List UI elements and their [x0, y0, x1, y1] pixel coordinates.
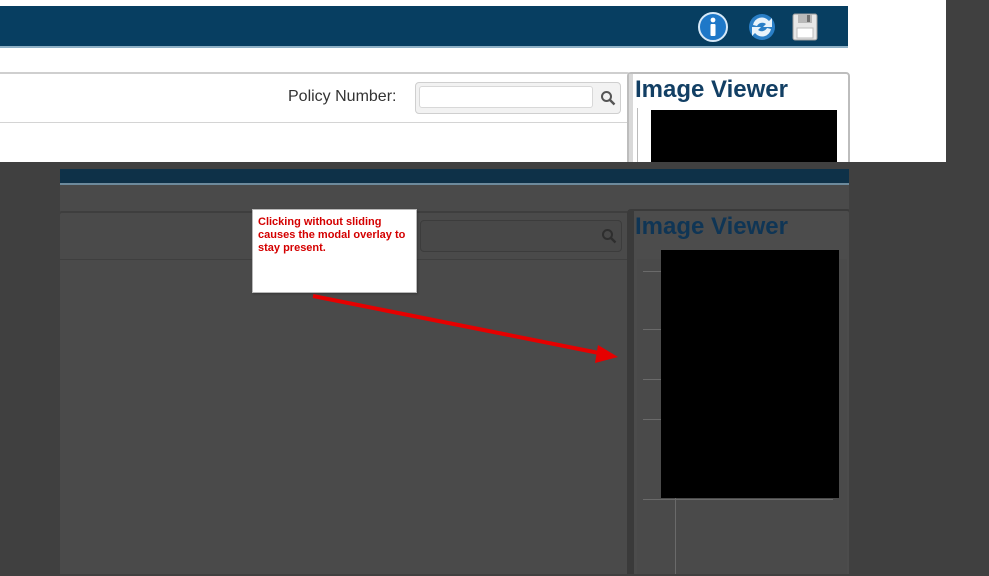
annotation-callout: Clicking without sliding causes the moda… — [252, 209, 417, 293]
form-line — [643, 499, 833, 500]
image-viewer-title: Image Viewer — [635, 213, 788, 240]
refresh-icon[interactable] — [745, 11, 779, 43]
viewer-splitter[interactable] — [629, 74, 633, 162]
annotation-text: Clicking without sliding causes the moda… — [258, 216, 406, 254]
header-bar-dimmed — [60, 169, 849, 185]
info-icon[interactable] — [696, 11, 730, 43]
policy-search-box — [415, 82, 621, 114]
image-viewer-title: Image Viewer — [635, 76, 788, 103]
header-bar — [0, 6, 848, 48]
save-icon[interactable] — [788, 11, 822, 43]
search-icon — [602, 229, 617, 244]
top-screenshot: Policy Number: Image Viewer — [0, 0, 946, 162]
search-icon[interactable] — [600, 90, 616, 106]
search-panel: Policy Number: — [0, 72, 631, 162]
panel-divider — [0, 122, 629, 123]
policy-number-input[interactable] — [419, 86, 593, 108]
policy-search-box-dimmed — [420, 220, 622, 252]
redaction-block — [651, 110, 837, 162]
redaction-block — [661, 250, 839, 498]
viewer-splitter[interactable] — [629, 211, 634, 574]
policy-number-label: Policy Number: — [288, 88, 397, 105]
